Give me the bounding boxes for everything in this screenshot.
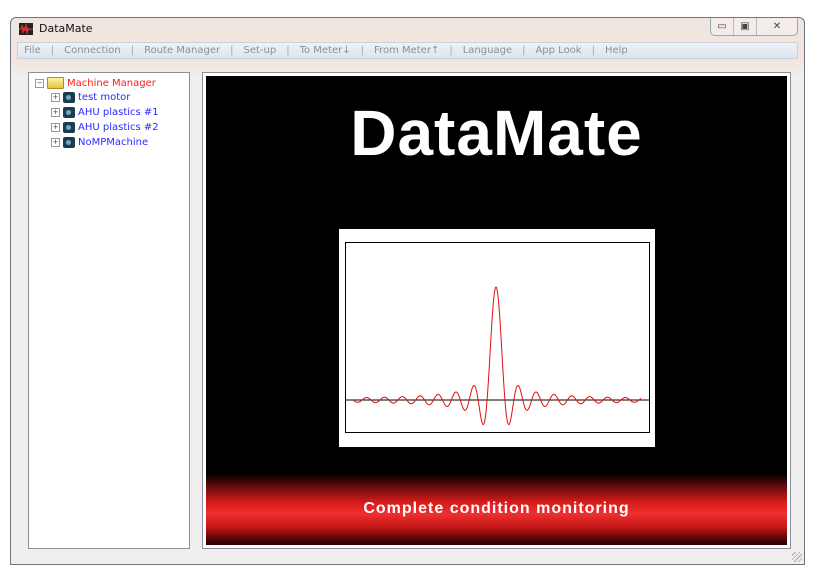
menu-separator: | bbox=[50, 45, 55, 56]
machine-icon bbox=[63, 137, 75, 148]
menu-bar: File | Connection | Route Manager | Set-up | To … bbox=[17, 42, 798, 59]
menu-separator: | bbox=[286, 45, 290, 56]
tree-item[interactable]: + AHU plastics #2 bbox=[51, 122, 159, 133]
tree-item[interactable]: + NoMPMachine bbox=[51, 137, 148, 148]
menu-item[interactable]: App Look bbox=[535, 45, 581, 56]
app-icon bbox=[19, 22, 33, 35]
tree-root-label: Machine Manager bbox=[67, 77, 156, 89]
tree-item[interactable]: + test motor bbox=[51, 92, 130, 103]
menu-separator: | bbox=[130, 45, 135, 56]
machine-icon bbox=[63, 122, 75, 133]
menu-separator: | bbox=[230, 45, 234, 56]
menu-item[interactable]: Help bbox=[605, 45, 628, 56]
tree-item-label: NoMPMachine bbox=[78, 137, 149, 148]
menu-item[interactable]: Route Manager bbox=[144, 45, 220, 56]
menu-separator: | bbox=[360, 45, 365, 56]
menu-separator: | bbox=[449, 45, 453, 56]
tree-root[interactable]: − Machine Manager bbox=[35, 77, 156, 89]
resize-grip[interactable] bbox=[792, 552, 802, 562]
menu-item[interactable]: Language bbox=[463, 45, 512, 56]
window-title: DataMate bbox=[39, 22, 93, 35]
title-bar: DataMate bbox=[19, 22, 93, 35]
menu-item[interactable]: Set-up bbox=[244, 45, 277, 56]
menu-item[interactable]: To Meter↓ bbox=[300, 45, 351, 56]
machine-tree[interactable]: − Machine Manager + test motor + AHU plasti… bbox=[28, 72, 190, 549]
splash-panel: DataMate Complete condition monitoring bbox=[202, 72, 791, 549]
window-controls: ▭ ▣ ✕ bbox=[710, 18, 798, 36]
tree-item-label: AHU plastics #2 bbox=[78, 122, 159, 133]
menu-separator: | bbox=[591, 45, 595, 56]
close-button[interactable]: ✕ bbox=[757, 18, 797, 35]
machine-icon bbox=[63, 107, 75, 118]
expand-icon[interactable]: + bbox=[51, 138, 60, 147]
machine-icon bbox=[63, 92, 75, 103]
app-window: DataMate ▭ ▣ ✕ File | Connection | Route Man… bbox=[10, 17, 805, 565]
menu-separator: | bbox=[522, 45, 526, 56]
menu-item[interactable]: Connection bbox=[64, 45, 121, 56]
expand-icon[interactable]: + bbox=[51, 123, 60, 132]
tree-item-label: AHU plastics #1 bbox=[78, 107, 159, 118]
expand-icon[interactable]: + bbox=[51, 93, 60, 102]
splash-title: DataMate bbox=[350, 97, 643, 169]
menu-item[interactable]: File bbox=[24, 45, 41, 56]
minimize-button[interactable]: ▭ bbox=[711, 18, 734, 35]
tree-item[interactable]: + AHU plastics #1 bbox=[51, 107, 159, 118]
folder-icon bbox=[47, 77, 64, 89]
collapse-icon[interactable]: − bbox=[35, 78, 44, 88]
maximize-button[interactable]: ▣ bbox=[734, 18, 757, 35]
waveform-graphic bbox=[339, 229, 655, 447]
tree-item-label: test motor bbox=[78, 92, 131, 103]
menu-item[interactable]: From Meter↑ bbox=[374, 45, 439, 56]
expand-icon[interactable]: + bbox=[51, 108, 60, 117]
tagline: Complete condition monitoring bbox=[363, 500, 630, 517]
